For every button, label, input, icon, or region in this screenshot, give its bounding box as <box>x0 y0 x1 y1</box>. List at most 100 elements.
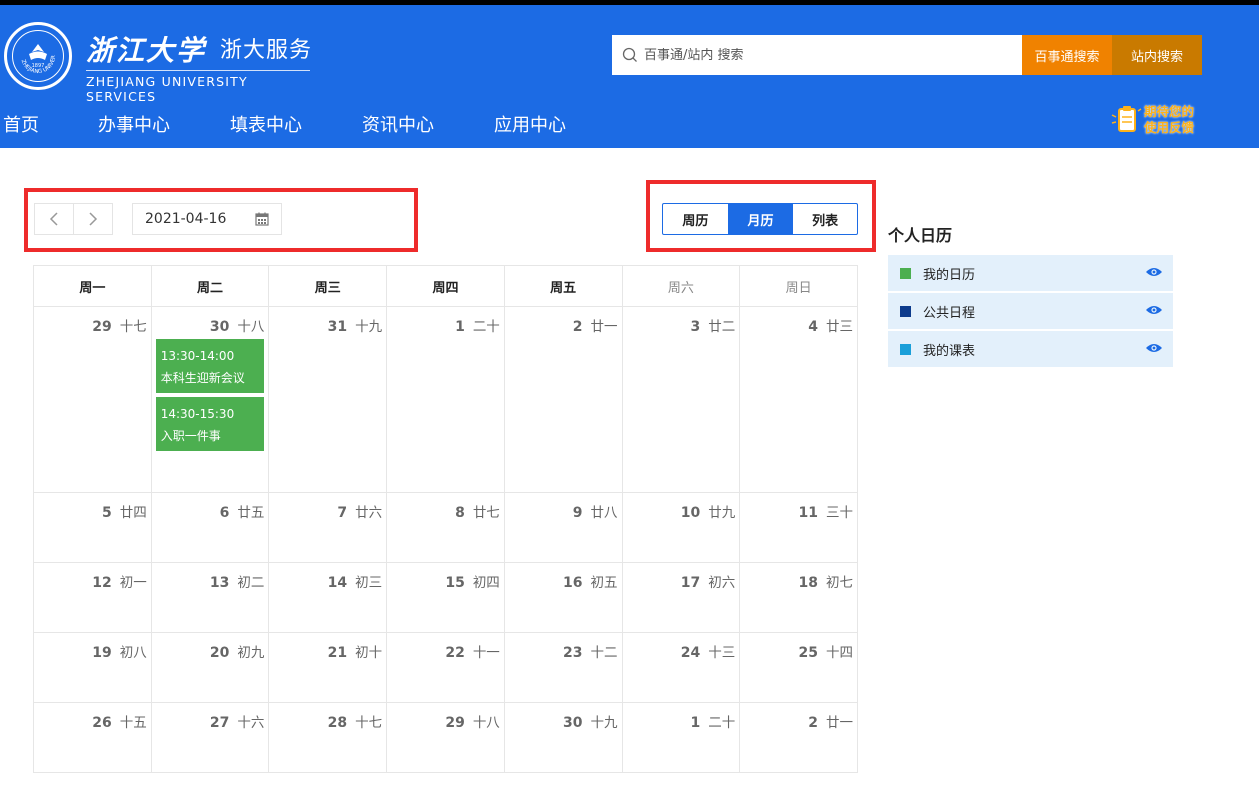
lunar-date: 廿一 <box>590 319 618 335</box>
lunar-date: 二十 <box>708 715 736 731</box>
day-number: 1 <box>690 715 701 731</box>
day-cell[interactable]: 31 十九 <box>268 306 388 493</box>
day-cell[interactable]: 2 廿一 <box>739 702 858 773</box>
nav-app-center[interactable]: 应用中心 <box>494 111 566 137</box>
day-cell[interactable]: 12 初一 <box>33 562 152 633</box>
calendar-event[interactable]: 13:30-14:00 本科生迎新会议 <box>155 339 265 393</box>
day-cell[interactable]: 14 初三 <box>268 562 388 633</box>
lunar-date: 初十 <box>355 645 383 661</box>
week-row: 19 初八 20 初九 21 初十 22 十一 23 十二 24 十三 25 十四 <box>33 632 858 703</box>
day-cell[interactable]: 23 十二 <box>503 632 623 703</box>
search-icon <box>622 47 637 62</box>
tab-list-view[interactable]: 列表 <box>792 204 857 234</box>
day-cell[interactable]: 9 廿八 <box>503 492 623 563</box>
day-cell[interactable]: 30 十九 <box>503 702 623 773</box>
day-cell[interactable]: 28 十七 <box>268 702 388 773</box>
day-cell[interactable]: 29 十七 <box>33 306 152 493</box>
eye-icon[interactable] <box>1145 304 1163 316</box>
nav-home[interactable]: 首页 <box>3 111 39 137</box>
day-number: 25 <box>798 645 818 661</box>
day-number: 10 <box>680 505 701 521</box>
calendar-event[interactable]: 14:30-15:30 入职一件事 <box>155 397 265 451</box>
weekday-header: 周日 <box>739 265 858 307</box>
day-number: 13 <box>209 575 230 591</box>
day-cell[interactable]: 18 初七 <box>739 562 858 633</box>
event-title: 本科生迎新会议 <box>160 371 245 385</box>
nav-form-center[interactable]: 填表中心 <box>230 111 302 137</box>
nav-news-center[interactable]: 资讯中心 <box>362 111 434 137</box>
day-cell[interactable]: 20 初九 <box>150 632 270 703</box>
lunar-date: 十七 <box>119 319 147 335</box>
logo-university-name: 浙江大学 <box>86 34 207 67</box>
personal-calendar-list: 我的日历 公共日程 我的课表 <box>888 255 1173 369</box>
day-cell[interactable]: 10 廿九 <box>621 492 741 563</box>
tab-week-view[interactable]: 周历 <box>663 204 728 234</box>
day-number: 4 <box>808 319 818 335</box>
day-cell[interactable]: 21 初十 <box>268 632 388 703</box>
lunar-date: 十五 <box>119 715 147 731</box>
month-calendar-grid: 周一 周二 周三 周四 周五 周六 周日 29 十七 30 十八 13:30-14:… <box>33 265 858 773</box>
lunar-date: 初七 <box>826 575 853 591</box>
day-cell[interactable]: 7 廿六 <box>268 492 388 563</box>
weekday-header: 周六 <box>621 265 741 307</box>
calendar-item-my-courses[interactable]: 我的课表 <box>888 331 1173 367</box>
chevron-left-icon <box>49 212 58 226</box>
eye-icon[interactable] <box>1145 342 1163 354</box>
day-cell[interactable]: 11 三十 <box>739 492 858 563</box>
day-cell[interactable]: 26 十五 <box>33 702 152 773</box>
next-month-button[interactable] <box>74 204 113 234</box>
day-cell[interactable]: 22 十一 <box>386 632 505 703</box>
site-search-button[interactable]: 站内搜索 <box>1112 35 1202 75</box>
nav-service-center[interactable]: 办事中心 <box>98 111 170 137</box>
tab-month-view[interactable]: 月历 <box>727 204 793 234</box>
day-number: 8 <box>455 505 465 521</box>
lunar-date: 廿四 <box>119 505 147 521</box>
week-row: 29 十七 30 十八 13:30-14:00 本科生迎新会议 14:30-15:3… <box>33 306 858 493</box>
day-number: 24 <box>680 645 701 661</box>
day-cell[interactable]: 27 十六 <box>150 702 270 773</box>
lunar-date: 初六 <box>708 575 736 591</box>
date-picker[interactable]: 2021-04-16 <box>132 203 282 235</box>
eye-icon[interactable] <box>1145 266 1163 278</box>
day-number: 19 <box>92 645 112 661</box>
university-seal-logo[interactable]: ZHEJIANG UNIVERSITY 1897 <box>4 22 72 90</box>
chevron-right-icon <box>89 212 97 226</box>
day-cell[interactable]: 30 十八 13:30-14:00 本科生迎新会议 14:30-15:30 入职一… <box>150 306 270 493</box>
day-cell[interactable]: 24 十三 <box>621 632 741 703</box>
logo-service-name: 浙大服务 <box>220 38 313 63</box>
search-input[interactable] <box>644 47 1004 63</box>
day-cell[interactable]: 16 初五 <box>503 562 623 633</box>
site-logo[interactable]: 浙江大学 浙大服务 ZHEJIANG UNIVERSITY SERVICES <box>86 29 312 104</box>
prev-month-button[interactable] <box>35 204 74 234</box>
calendar-color-swatch <box>900 267 911 279</box>
day-cell[interactable]: 4 廿三 <box>739 306 858 493</box>
calendar-item-public-schedule[interactable]: 公共日程 <box>888 293 1173 329</box>
day-cell[interactable]: 6 廿五 <box>150 492 270 563</box>
lunar-date: 十八 <box>472 715 500 731</box>
day-number: 27 <box>209 715 230 731</box>
feedback-badge[interactable]: 期待您的使用反馈 <box>1110 103 1206 139</box>
day-cell[interactable]: 2 廿一 <box>503 306 623 493</box>
day-cell[interactable]: 13 初二 <box>150 562 270 633</box>
lunar-date: 十九 <box>590 715 618 731</box>
day-cell[interactable]: 1 二十 <box>386 306 505 493</box>
day-number: 2 <box>808 715 818 731</box>
day-number: 11 <box>798 505 818 521</box>
day-number: 16 <box>563 575 583 591</box>
day-cell[interactable]: 3 廿二 <box>621 306 741 493</box>
calendar-color-swatch <box>900 305 911 317</box>
weekday-header: 周三 <box>268 265 388 307</box>
day-cell[interactable]: 29 十八 <box>386 702 505 773</box>
weekday-header: 周一 <box>33 265 152 307</box>
calendar-item-label: 我的课表 <box>923 343 976 359</box>
calendar-item-my-calendar[interactable]: 我的日历 <box>888 255 1173 291</box>
day-cell[interactable]: 5 廿四 <box>33 492 152 563</box>
baishitong-search-button[interactable]: 百事通搜索 <box>1022 35 1112 75</box>
day-cell[interactable]: 25 十四 <box>739 632 858 703</box>
day-cell[interactable]: 8 廿七 <box>386 492 505 563</box>
day-cell[interactable]: 19 初八 <box>33 632 152 703</box>
day-cell[interactable]: 17 初六 <box>621 562 741 633</box>
day-cell[interactable]: 15 初四 <box>386 562 505 633</box>
day-cell[interactable]: 1 二十 <box>621 702 741 773</box>
lunar-date: 廿六 <box>355 505 383 521</box>
